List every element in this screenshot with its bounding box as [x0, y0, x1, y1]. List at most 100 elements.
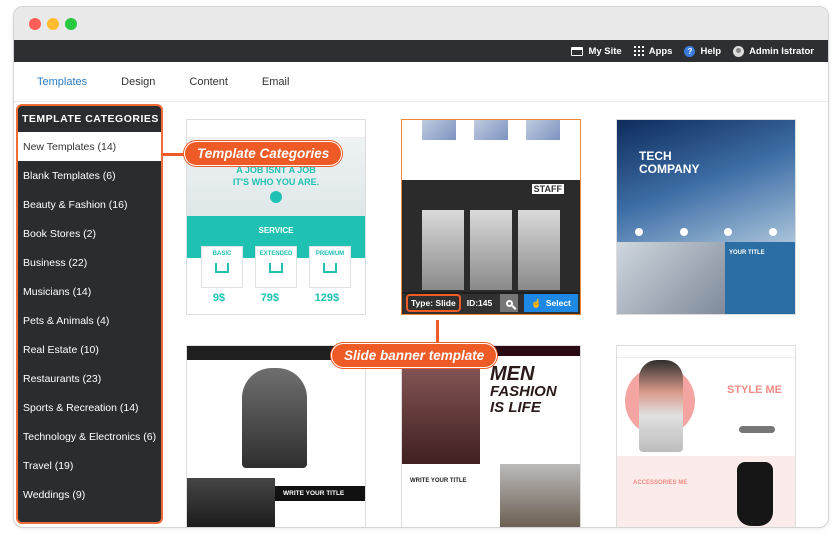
- template-categories-sidebar: TEMPLATE CATEGORIES New Templates (14) B…: [16, 104, 163, 524]
- thumb-hero: TECH COMPANY: [617, 120, 795, 242]
- callout-template-categories: Template Categories: [184, 141, 343, 166]
- template-thumbnail-portrait[interactable]: WRITE YOUR TITLE: [186, 345, 366, 527]
- staff-photos: [402, 206, 580, 294]
- headline-line-2: FASHION: [490, 383, 557, 400]
- write-title: WRITE YOUR TITLE: [410, 478, 467, 484]
- pricing-cards: BASIC EXTENDED PREMIUM: [187, 246, 365, 288]
- thumb-hero: [187, 360, 365, 478]
- user-menu[interactable]: Admin Istrator: [733, 45, 814, 57]
- apps-grid-icon: [633, 46, 644, 56]
- browser-window-icon: [571, 46, 584, 56]
- staff-heading: STAFF: [531, 184, 564, 194]
- apps-link[interactable]: Apps: [633, 45, 673, 57]
- title-box: YOUR TITLE: [725, 242, 795, 314]
- category-new-templates[interactable]: New Templates (14): [18, 132, 161, 161]
- select-label: Select: [545, 298, 571, 308]
- category-book-stores[interactable]: Book Stores (2): [18, 219, 161, 248]
- template-thumbnail-men-fashion[interactable]: MEN FASHION IS LIFE WRITE YOUR TITLE: [401, 345, 581, 527]
- apps-label: Apps: [648, 45, 673, 57]
- thumb-hero: STYLE ME: [617, 358, 795, 456]
- headline-line-1: MEN: [490, 363, 535, 385]
- pricing-card: PREMIUM: [309, 246, 351, 288]
- main-tabs: Templates Design Content Email: [14, 62, 828, 102]
- category-business[interactable]: Business (22): [18, 248, 161, 277]
- sidebar-title: TEMPLATE CATEGORIES: [22, 113, 159, 125]
- thumb-lower: YOUR TITLE: [617, 242, 795, 314]
- category-restaurants[interactable]: Restaurants (23): [18, 364, 161, 393]
- template-type-label: Type: Slide: [406, 294, 461, 312]
- thumb-header: [187, 120, 365, 138]
- thumb-lower: ACCESSORIES ME: [617, 456, 795, 527]
- chart-icon: [323, 263, 337, 273]
- help-link[interactable]: ? Help: [684, 45, 722, 57]
- photo: [500, 464, 580, 527]
- my-site-link[interactable]: My Site: [571, 45, 622, 57]
- app-window: My Site Apps ? Help Admin Istrator Templ…: [13, 6, 829, 528]
- category-weddings[interactable]: Weddings (9): [18, 480, 161, 509]
- model-photo: [639, 360, 683, 452]
- tab-design[interactable]: Design: [104, 76, 172, 88]
- user-avatar-icon: [733, 45, 745, 57]
- template-thumbnail-staff[interactable]: STAFF Type: Slide ID:145 ☝ Select: [401, 119, 581, 315]
- tab-content[interactable]: Content: [172, 76, 245, 88]
- hand-pointer-icon: ☝: [531, 297, 542, 308]
- tab-templates[interactable]: Templates: [20, 76, 104, 88]
- category-technology-electronics[interactable]: Technology & Electronics (6): [18, 422, 161, 451]
- feature-icons: [617, 228, 795, 236]
- category-blank-templates[interactable]: Blank Templates (6): [18, 161, 161, 190]
- top-navigation-bar: My Site Apps ? Help Admin Istrator: [14, 40, 828, 62]
- template-thumbnail-tech-company[interactable]: TECH COMPANY YOUR TITLE: [616, 119, 796, 315]
- category-sports-recreation[interactable]: Sports & Recreation (14): [18, 393, 161, 422]
- thumb-header: [617, 346, 795, 358]
- category-musicians[interactable]: Musicians (14): [18, 277, 161, 306]
- accessories-heading: ACCESSORIES ME: [633, 480, 688, 486]
- portrait-photo: [242, 368, 307, 468]
- category-beauty-fashion[interactable]: Beauty & Fashion (16): [18, 190, 161, 219]
- staff-photo: [518, 210, 560, 290]
- hero-title-line-2: COMPANY: [639, 162, 700, 176]
- price-row: 9$ 79$ 129$: [187, 288, 365, 304]
- thumb-lower: WRITE YOUR TITLE: [402, 464, 580, 527]
- template-id-label: ID:145: [466, 298, 493, 308]
- price: 9$: [212, 292, 226, 304]
- help-label: Help: [700, 45, 722, 57]
- close-window-button[interactable]: [29, 18, 41, 30]
- help-circle-icon: ?: [684, 45, 696, 57]
- my-site-label: My Site: [588, 45, 622, 57]
- category-travel[interactable]: Travel (19): [18, 451, 161, 480]
- thumb-hero: MEN FASHION IS LIFE: [402, 356, 580, 464]
- thumb-top-section: [402, 120, 580, 180]
- chart-icon: [215, 263, 229, 273]
- staff-band: STAFF: [402, 180, 580, 206]
- preview-button[interactable]: [500, 294, 519, 312]
- tab-email[interactable]: Email: [245, 76, 307, 88]
- chart-icon: [269, 263, 283, 273]
- hero-badge-icon: [270, 191, 282, 203]
- price: 129$: [314, 292, 340, 304]
- handbag-photo: [737, 462, 773, 526]
- headline-line-3: IS LIFE: [490, 399, 541, 416]
- staff-photo: [422, 210, 464, 290]
- category-pets-animals[interactable]: Pets & Animals (4): [18, 306, 161, 335]
- staff-photo: [470, 210, 512, 290]
- minimize-window-button[interactable]: [47, 18, 59, 30]
- write-title-banner: WRITE YOUR TITLE: [275, 486, 365, 501]
- thumb-lower: WRITE YOUR TITLE: [187, 478, 365, 527]
- photo: [187, 478, 275, 527]
- pricing-card: BASIC: [201, 246, 243, 288]
- window-titlebar: [14, 7, 828, 40]
- user-name: Admin Istrator: [749, 45, 814, 57]
- template-thumbnail-style-me[interactable]: STYLE ME ACCESSORIES ME: [616, 345, 796, 527]
- hero-line-2: IT'S WHO YOU ARE.: [232, 177, 320, 187]
- model-photo: [402, 356, 480, 464]
- template-action-bar: Type: Slide ID:145 ☝ Select: [402, 292, 580, 314]
- select-template-button[interactable]: ☝ Select: [524, 294, 578, 312]
- style-me-heading: STYLE ME: [727, 384, 783, 396]
- pricing-card: EXTENDED: [255, 246, 297, 288]
- price: 79$: [260, 292, 280, 304]
- callout-slide-banner: Slide banner template: [331, 343, 498, 368]
- handshake-photo: [617, 242, 725, 314]
- category-real-estate[interactable]: Real Estate (10): [18, 335, 161, 364]
- maximize-window-button[interactable]: [65, 18, 77, 30]
- search-icon: [505, 299, 513, 307]
